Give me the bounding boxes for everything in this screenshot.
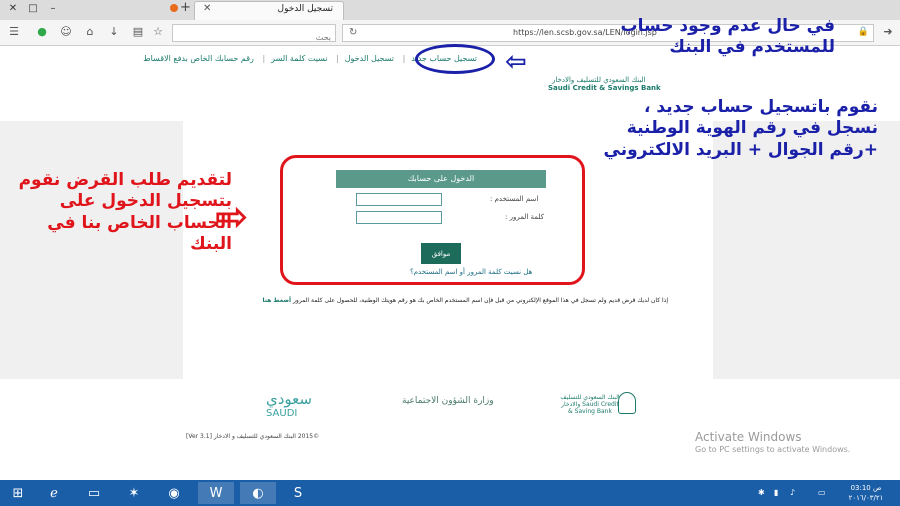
annotation-login-instruction: لتقديم طلب القرض نقوم بتسجيل الدخول على … [18,170,232,254]
battery-icon[interactable]: ▭ [818,488,826,497]
tab-title: تسجيل الدخول [277,4,333,14]
annotation-no-account: في حال عدم وجود حساب للمستخدم في البنك [620,16,835,58]
old-loan-note: إذا كان لديك قرض قديم ولم تسجل في هذا ال… [216,297,668,304]
saudi-logo: سعودي SAUDI [266,390,312,419]
bookmarks-icon[interactable]: ▤ [130,24,146,40]
saudi-logo-ar: سعودي [266,390,312,408]
ministry-logo: وزارة الشؤون الاجتماعية [402,396,494,406]
download-icon[interactable]: ↓ [106,24,122,40]
home-icon[interactable]: ⌂ [82,24,98,40]
file-explorer-icon[interactable]: ▭ [76,482,112,504]
bank-logo-english: Saudi Credit & Savings Bank [548,84,661,92]
window-minimize-button[interactable]: – [42,0,64,18]
register-highlight-ellipse [415,44,495,74]
watermark-line2: Go to PC settings to activate Windows. [695,445,851,454]
saudi-logo-en: SAUDI [266,408,298,419]
bluetooth-icon[interactable]: ✱ [758,488,765,497]
word-icon[interactable]: W [198,482,234,504]
chat-icon[interactable]: ☺ [58,24,74,40]
window-maximize-button[interactable]: □ [22,0,44,18]
link-login[interactable]: تسجيل الدخول [342,54,397,63]
blue-arrow-icon: ⇦ [505,47,527,77]
windows-taskbar: ⊞ ℯ ▭ ✶ ◉ W ◐ S ✱ ▮ ♪ ▭ 03:10 ص ٢٠١٦/٠٣/… [0,480,900,506]
bank-logo-arabic: البنك السعودي للتسليف والادخار [552,76,646,84]
windows-start-icon[interactable]: ⊞ [0,482,36,504]
menu-icon[interactable]: ☰ [6,24,22,40]
taskbar-clock[interactable]: 03:10 ص ٢٠١٦/٠٣/٢١ [846,483,886,503]
reload-icon[interactable]: ↻ [349,27,357,38]
clock-time: 03:10 ص [850,484,882,492]
tab-login[interactable]: ✕ تسجيل الدخول [194,1,344,20]
app-orb-icon[interactable]: ◉ [156,482,192,504]
login-highlight-frame [280,155,585,285]
new-tab-button[interactable]: + [180,0,191,15]
forward-icon[interactable]: ➜ [880,24,896,40]
skype-icon[interactable]: S [280,482,316,504]
watermark-line1: Activate Windows [695,430,802,444]
link-account-number[interactable]: رقم حسابك الخاص بدفع الاقساط [140,54,257,63]
note-text: إذا كان لديك قرض قديم ولم تسجل في هذا ال… [293,297,668,304]
window-close-button[interactable]: ✕ [2,0,24,18]
annotation-register-steps: نقوم باتسجيل حساب جديد ، نسجل في رقم اله… [603,97,878,160]
search-field[interactable] [172,24,336,46]
activate-windows-watermark: Activate Windows Go to PC settings to ac… [695,430,850,454]
search-input[interactable] [173,29,335,46]
bank-emblem-icon [618,392,636,414]
bank-footer-logo: البنك السعودي للتسليف والادخار Saudi Cre… [560,394,620,415]
firefox-icon [170,4,178,12]
lock-icon: 🔒 [857,27,869,37]
addon-icon[interactable]: ● [34,24,50,40]
link-forgot-password[interactable]: نسيت كلمة السر [268,54,330,63]
note-link[interactable]: أضغط هنا [262,297,291,304]
volume-icon[interactable]: ♪ [790,488,795,497]
close-icon[interactable]: ✕ [203,3,211,14]
network-icon[interactable]: ▮ [774,488,778,497]
app-star-icon[interactable]: ✶ [116,482,152,504]
firefox-taskbar-icon[interactable]: ◐ [240,482,276,504]
copyright: ©2015 البنك السعودي للتسليف و الادخار [V… [186,433,320,440]
internet-explorer-icon[interactable]: ℯ [36,482,72,504]
clock-date: ٢٠١٦/٠٣/٢١ [848,494,884,502]
star-icon[interactable]: ☆ [150,24,166,40]
